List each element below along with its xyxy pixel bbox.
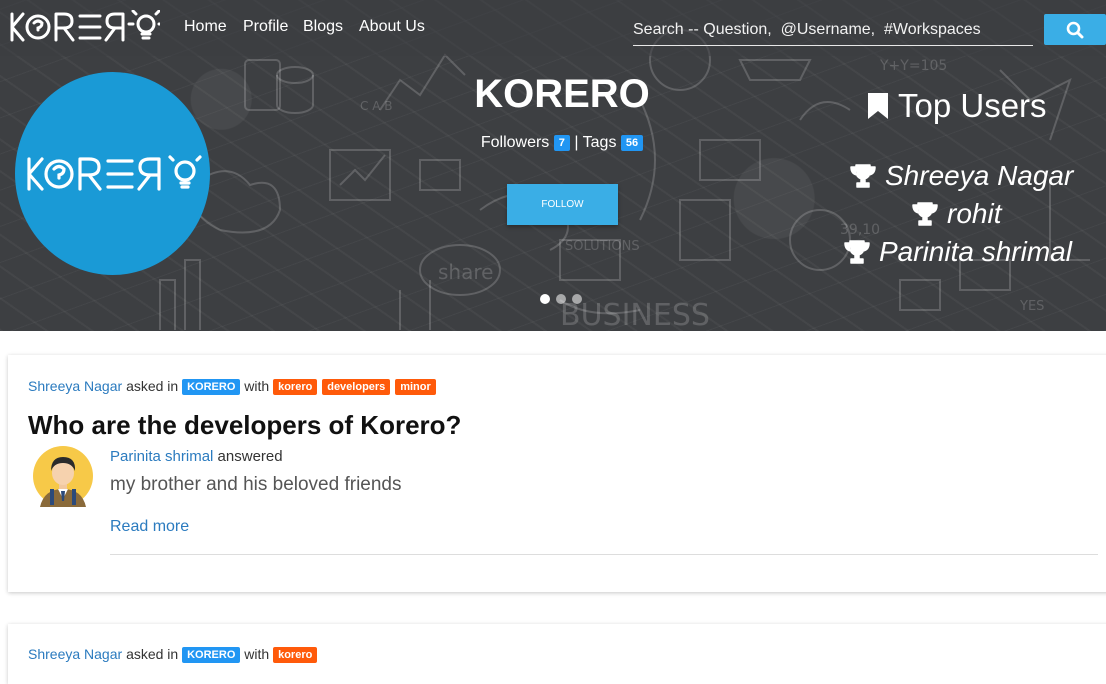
topic-tag[interactable]: minor <box>395 379 436 395</box>
stats-separator: | <box>574 134 579 151</box>
svg-text:SOLUTIONS: SOLUTIONS <box>565 239 640 254</box>
tags-count-badge: 56 <box>620 135 644 151</box>
korero-logo-icon <box>26 154 202 191</box>
author-link[interactable]: Shreeya Nagar <box>28 378 122 394</box>
answer-meta: Parinita shrimal answered <box>110 448 283 465</box>
top-navbar: Home Profile Blogs About Us <box>0 0 1106 56</box>
read-more-link[interactable]: Read more <box>110 518 189 536</box>
search-icon <box>1066 21 1084 38</box>
topic-tag[interactable]: korero <box>273 379 318 395</box>
svg-text:YES: YES <box>1019 299 1044 314</box>
tags-label: Tags <box>582 134 617 151</box>
nav-blogs-link[interactable]: Blogs <box>303 18 343 36</box>
answerer-link[interactable]: Parinita shrimal <box>110 448 213 465</box>
workspace-tag[interactable]: KORERO <box>182 379 241 395</box>
top-users-heading: Top Users <box>866 84 1066 128</box>
top-user-item[interactable]: rohit <box>911 198 1001 230</box>
carousel-dot[interactable] <box>540 294 550 304</box>
brand-logo[interactable] <box>8 9 165 44</box>
svg-text:Y+Y=105: Y+Y=105 <box>879 58 947 74</box>
answered-text: answered <box>217 448 283 465</box>
nav-profile-link[interactable]: Profile <box>243 18 288 36</box>
carousel-dot[interactable] <box>556 294 566 304</box>
trophy-icon <box>844 240 870 264</box>
trophy-icon <box>912 202 938 226</box>
top-user-item[interactable]: Parinita shrimal <box>843 236 1072 268</box>
question-title[interactable]: Who are the developers of Korero? <box>28 410 461 441</box>
follow-button[interactable]: FOLLOW <box>507 184 618 225</box>
svg-text:BUSINESS: BUSINESS <box>560 298 710 331</box>
question-meta: Shreeya Nagar asked in KORERO with korer… <box>28 646 318 663</box>
workspace-tag[interactable]: KORERO <box>182 647 241 663</box>
top-user-name: Shreeya Nagar <box>885 160 1074 191</box>
workspace-stats: Followers 7 | Tags 56 <box>462 134 662 152</box>
followers-label: Followers <box>480 134 550 151</box>
question-card: Shreeya Nagar asked in KORERO with korer… <box>8 355 1106 592</box>
workspace-title: KORERO <box>474 72 650 116</box>
top-user-item[interactable]: Shreeya Nagar <box>849 160 1073 192</box>
with-text: with <box>244 378 270 394</box>
nav-home-link[interactable]: Home <box>184 18 227 36</box>
asked-in-text: asked in <box>126 378 179 394</box>
followers-count-badge: 7 <box>553 135 570 151</box>
divider <box>110 554 1098 555</box>
topic-tag[interactable]: korero <box>273 647 318 663</box>
workspace-hero: share SOLUTIONS BUSINESS Y+Y=105 39,10 Y… <box>0 0 1106 331</box>
search-input[interactable] <box>633 14 1033 46</box>
question-card: Shreeya Nagar asked in KORERO with korer… <box>8 624 1106 684</box>
carousel-indicators <box>540 294 582 304</box>
svg-text:share: share <box>438 260 493 284</box>
carousel-dot[interactable] <box>572 294 582 304</box>
nav-about-us-link[interactable]: About Us <box>359 18 425 36</box>
search-button[interactable] <box>1044 14 1106 45</box>
top-user-name: rohit <box>947 198 1002 229</box>
top-users-title: Top Users <box>898 87 1047 124</box>
topic-tag[interactable]: developers <box>322 379 391 395</box>
bookmark-icon <box>868 93 888 119</box>
workspace-logo <box>15 72 210 275</box>
top-user-name: Parinita shrimal <box>879 236 1072 267</box>
answer-preview: my brother and his beloved friends <box>110 474 402 495</box>
question-meta: Shreeya Nagar asked in KORERO with korer… <box>28 378 437 395</box>
svg-text:C A B: C A B <box>360 99 392 113</box>
trophy-icon <box>850 164 876 188</box>
avatar <box>33 446 93 507</box>
korero-logo-icon <box>10 9 165 42</box>
